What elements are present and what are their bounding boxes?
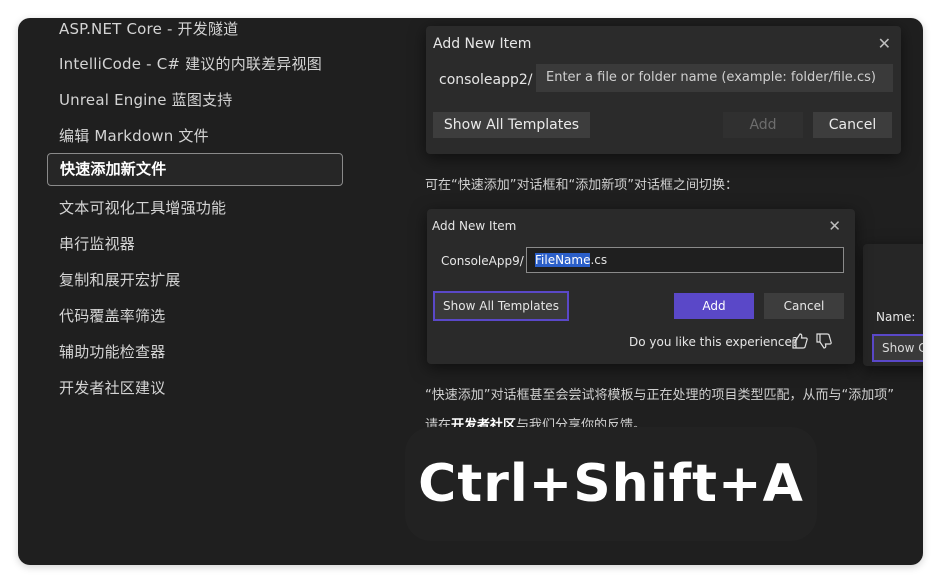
sidebar-item-aspnet-dev-tunnels[interactable]: ASP.NET Core - 开发隧道 [59, 18, 238, 39]
sidebar-item-dev-community[interactable]: 开发者社区建议 [59, 377, 165, 398]
sidebar-item-code-coverage[interactable]: 代码覆盖率筛选 [59, 305, 165, 326]
app-window: ASP.NET Core - 开发隧道 IntelliCode - C# 建议的… [18, 18, 923, 565]
quick-add-dialog: Add New Item ✕ consoleapp2/ Enter a file… [426, 26, 901, 154]
sidebar-item-quick-add[interactable]: 快速添加新文件 [47, 153, 343, 186]
selected-text: FileName [535, 253, 591, 267]
dialog-title: Add New Item [432, 219, 517, 233]
sidebar-item-intellicode[interactable]: IntelliCode - C# 建议的内联差异视图 [59, 53, 322, 74]
sidebar-item-accessibility-checker[interactable]: 辅助功能检查器 [59, 341, 165, 362]
path-label: ConsoleApp9/ [441, 254, 524, 268]
sidebar: ASP.NET Core - 开发隧道 IntelliCode - C# 建议的… [18, 18, 358, 565]
dialog-title: Add New Item [433, 36, 532, 52]
add-new-item-dialog: Add New Item ✕ ConsoleApp9/ FileName.cs … [427, 209, 855, 364]
thumbs-up-icon[interactable] [791, 332, 809, 350]
add-new-item-dialog-partial: Name: Show C [863, 244, 923, 366]
file-name-input[interactable]: Enter a file or folder name (example: fo… [536, 64, 893, 92]
sidebar-item-text-visualizer[interactable]: 文本可视化工具增强功能 [59, 197, 226, 218]
keyboard-shortcut-overlay: Ctrl+Shift+A [405, 427, 817, 541]
sidebar-item-markdown[interactable]: 编辑 Markdown 文件 [59, 125, 209, 146]
cancel-button[interactable]: Cancel [764, 293, 844, 319]
add-button[interactable]: Add [723, 112, 803, 138]
bottom-paragraph-line1: “快速添加”对话框甚至会尝试将模板与正在处理的项目类型匹配，从而与“添加项” [425, 388, 894, 403]
add-button[interactable]: Add [674, 293, 754, 319]
sidebar-item-unreal-blueprint[interactable]: Unreal Engine 蓝图支持 [59, 89, 232, 110]
sidebar-item-copy-expand-macro[interactable]: 复制和展开宏扩展 [59, 269, 181, 290]
file-name-input[interactable]: FileName.cs [526, 247, 844, 273]
sidebar-item-serial-monitor[interactable]: 串行监视器 [59, 233, 135, 254]
switch-description: 可在“快速添加”对话框和“添加新项”对话框之间切换： [425, 178, 738, 193]
thumbs-down-icon[interactable] [815, 332, 833, 350]
show-all-templates-button-partial[interactable]: Show C [872, 334, 923, 362]
input-extension: .cs [590, 253, 608, 267]
name-label: Name: [876, 310, 916, 324]
show-all-templates-button[interactable]: Show All Templates [433, 112, 590, 138]
close-icon[interactable]: ✕ [878, 34, 891, 53]
show-all-templates-button[interactable]: Show All Templates [433, 291, 569, 321]
path-label: consoleapp2/ [439, 72, 533, 88]
cancel-button[interactable]: Cancel [813, 112, 892, 138]
close-icon[interactable]: ✕ [828, 217, 841, 235]
feedback-question: Do you like this experience? [629, 335, 799, 349]
